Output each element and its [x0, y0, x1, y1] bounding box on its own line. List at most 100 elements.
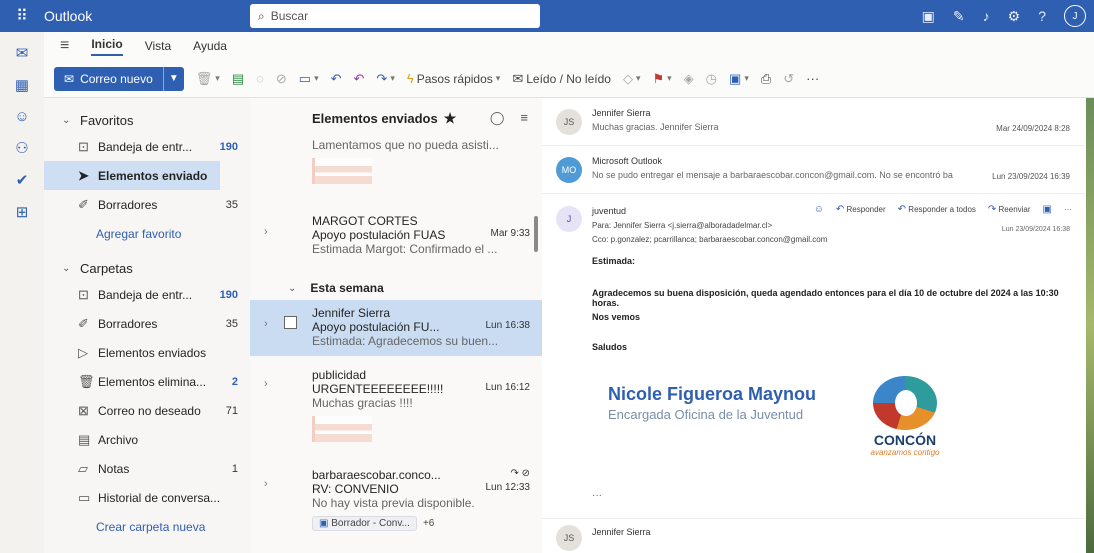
read-unread-button[interactable]: ✉ Leído / No leído: [512, 71, 611, 87]
list-item[interactable]: Lamentamos que no pueda asisti...: [250, 138, 542, 210]
notes-icon[interactable]: ✎: [953, 8, 965, 25]
forward-button[interactable]: ↷ Reenviar: [988, 204, 1031, 215]
new-mail-dropdown[interactable]: ▼: [164, 67, 184, 91]
draft-attachment[interactable]: ▣ Borrador - Conv... +6: [312, 516, 530, 531]
favorite-sent[interactable]: ➤ Elementos enviados: [44, 161, 220, 190]
undo-icon: ↺: [783, 70, 795, 86]
mail-icon[interactable]: ✉: [10, 44, 34, 62]
flag-button[interactable]: ⚑ ▾: [652, 71, 671, 87]
add-favorite-link[interactable]: Agregar favorito: [44, 219, 250, 248]
tab-inicio[interactable]: Inicio: [91, 37, 123, 56]
folder-sent[interactable]: ▷ Elementos enviados: [44, 338, 250, 367]
favorite-drafts[interactable]: ✐ Borradores 35: [44, 190, 250, 219]
bell-icon[interactable]: ♪: [983, 8, 990, 24]
undo-button[interactable]: ↺: [783, 71, 794, 87]
expand-icon[interactable]: ›: [264, 226, 268, 238]
favorite-inbox[interactable]: ⊡ Bandeja de entr... 190: [44, 132, 250, 161]
teams-icon[interactable]: ▣: [922, 8, 935, 25]
snooze-button[interactable]: ◷: [706, 71, 717, 87]
folder-conversation-history[interactable]: ▭ Historial de conversa...: [44, 483, 250, 512]
message-sender: barbaraescobar.conco...: [312, 468, 441, 482]
expand-icon[interactable]: ›: [264, 478, 268, 490]
teams-share-icon[interactable]: ▣: [1043, 204, 1052, 215]
favorites-header[interactable]: ⌄ Favoritos: [44, 108, 250, 132]
people-icon[interactable]: ☺: [10, 108, 34, 125]
pin-button[interactable]: ◈: [684, 71, 694, 87]
folder-notes[interactable]: ▱ Notas 1: [44, 454, 250, 483]
delete-button[interactable]: 🗑 ▾: [196, 71, 220, 87]
move-button[interactable]: ▭ ▾: [299, 71, 319, 87]
message-list: Elementos enviados ★ ◯ ≡ Lamentamos que …: [250, 98, 542, 553]
search-box[interactable]: ⌕ Buscar: [250, 4, 540, 28]
thread-item[interactable]: JS Jennifer Sierra Muchas gracias. Jenni…: [542, 98, 1086, 146]
archive-button[interactable]: ▤: [232, 71, 244, 87]
note-icon: ▱: [78, 460, 88, 476]
avatar[interactable]: J: [1064, 5, 1086, 27]
avatar: J: [556, 206, 582, 232]
folder-junk[interactable]: ⊠ Correo no deseado 71: [44, 396, 250, 425]
unread-count: 190: [219, 288, 238, 301]
chevron-down-icon: ▾: [667, 73, 672, 83]
folder-drafts[interactable]: ✐ Borradores 35: [44, 309, 250, 338]
list-item[interactable]: › barbaraescobar.conco... ↷ ⊘ RV: CONVEN…: [250, 464, 542, 546]
forward-button[interactable]: ↷ ▾: [376, 71, 394, 87]
rules-button[interactable]: ▣ ▾: [729, 71, 749, 87]
list-item[interactable]: › Jennifer Sierra Apoyo postulación FU..…: [250, 300, 542, 356]
reply-all-icon: ↶: [353, 70, 365, 86]
apps-icon[interactable]: ⊞: [10, 203, 34, 221]
reply-all-button[interactable]: ↶: [354, 71, 365, 87]
select-icon[interactable]: ◯: [490, 110, 505, 126]
reading-pane: JS Jennifer Sierra Muchas gracias. Jenni…: [542, 98, 1086, 553]
app-launcher-icon[interactable]: ⠿: [0, 0, 44, 32]
list-item[interactable]: › publicidad URGENTEEEEEEEE!!!!! Lun 16:…: [250, 356, 542, 464]
new-mail-button[interactable]: ✉ Correo nuevo: [54, 66, 164, 91]
todo-icon[interactable]: ✔: [10, 171, 34, 189]
reply-button[interactable]: ↶: [331, 71, 342, 87]
filter-icon[interactable]: ≡: [520, 110, 528, 126]
archive-icon: ▤: [78, 431, 91, 447]
reply-all-button[interactable]: ↶ Responder a todos: [898, 204, 976, 215]
select-checkbox[interactable]: [284, 316, 297, 329]
report-button[interactable]: ◌: [256, 71, 264, 86]
tab-ayuda[interactable]: Ayuda: [193, 39, 227, 53]
expand-icon[interactable]: ›: [264, 378, 268, 390]
flag-icon: ⚑: [652, 70, 665, 86]
quick-steps-button[interactable]: ϟ Pasos rápidos ▾: [407, 71, 500, 86]
quick-steps-label: Pasos rápidos: [416, 71, 493, 86]
hamburger-icon[interactable]: ≡: [60, 37, 69, 55]
more-button[interactable]: ···: [806, 71, 819, 86]
gear-icon[interactable]: ⚙: [1008, 8, 1021, 25]
reply-button[interactable]: ↶ Responder: [836, 204, 886, 215]
folders-header[interactable]: ⌄ Carpetas: [44, 256, 250, 280]
groups-icon[interactable]: ⚇: [10, 139, 34, 157]
emoji-icon[interactable]: ☺: [814, 204, 824, 215]
folder-deleted[interactable]: 🗑 Elementos elimina... 2: [44, 367, 250, 396]
thread-date: Mar 24/09/2024 8:28: [996, 124, 1070, 133]
print-button[interactable]: ⎙: [761, 71, 771, 87]
week-group-header[interactable]: ⌄ Esta semana: [250, 276, 542, 300]
list-item[interactable]: › MARGOT CORTES Apoyo postulación FUAS M…: [250, 210, 542, 276]
folder-inbox[interactable]: ⊡ Bandeja de entr... 190: [44, 280, 250, 309]
item-count: 1: [231, 462, 238, 475]
recipient-bcc: Cco: p.gonzalez; pcarrillanca; barbaraes…: [592, 235, 828, 244]
create-folder-link[interactable]: Crear carpeta nueva: [44, 512, 250, 541]
message-sender: publicidad: [312, 368, 367, 382]
thread-item[interactable]: MO Microsoft Outlook No se pudo entregar…: [542, 146, 1086, 194]
calendar-icon[interactable]: ▦: [10, 76, 34, 94]
clock-icon: ◷: [705, 70, 718, 86]
more-attachments[interactable]: +6: [423, 518, 434, 529]
thread-item[interactable]: JS Jennifer Sierra: [542, 518, 1086, 553]
message-time: Mar 9:33: [490, 228, 530, 239]
draft-pill[interactable]: ▣ Borrador - Conv...: [312, 516, 417, 531]
tab-vista[interactable]: Vista: [145, 39, 171, 53]
expand-icon[interactable]: ›: [264, 318, 268, 330]
star-icon[interactable]: ★: [444, 110, 457, 127]
message-preview: Lamentamos que no pueda asisti...: [312, 138, 499, 152]
tips-icon[interactable]: ?: [1038, 8, 1046, 24]
show-more-button[interactable]: ···: [592, 490, 602, 501]
sweep-button[interactable]: ⊘: [276, 71, 287, 87]
folder-archive[interactable]: ▤ Archivo: [44, 425, 250, 454]
tag-button[interactable]: ◇ ▾: [623, 71, 641, 87]
more-icon[interactable]: ···: [1064, 205, 1072, 214]
scrollbar[interactable]: [534, 216, 538, 252]
